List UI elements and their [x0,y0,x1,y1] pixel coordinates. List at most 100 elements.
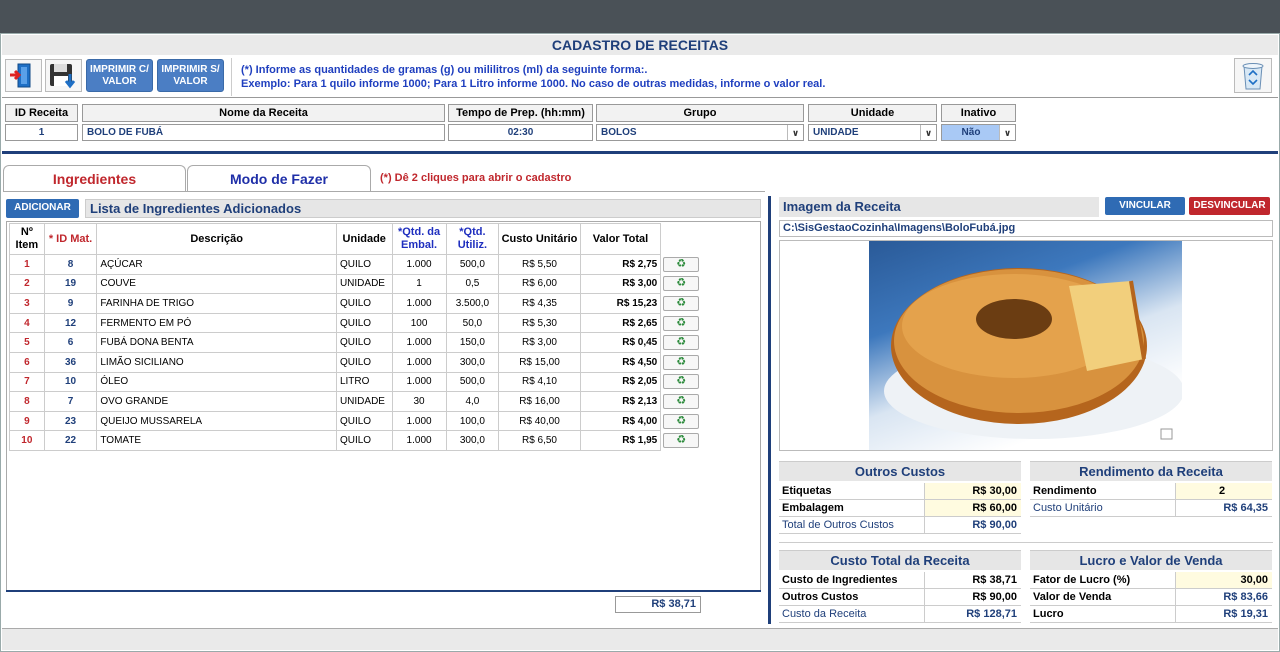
row-item-number: 6 [9,351,45,373]
yield-title: Rendimento da Receita [1030,461,1272,481]
table-row[interactable]: 5 6 FUBÁ DONA BENTA QUILO 1.000 150,0 R$ 3,00 R… [9,332,703,353]
table-row[interactable]: 3 9 FARINHA DE TRIGO QUILO 1.000 3.500,0 R$ 4,… [9,293,703,314]
id-field[interactable]: 1 [5,124,78,141]
link-image-button[interactable]: VINCULAR [1105,197,1185,215]
table-row[interactable]: 9 23 QUEIJO MUSSARELA QUILO 1.000 100,0 R$ 40,… [9,410,703,432]
chevron-down-icon[interactable]: ∨ [999,125,1015,140]
chevron-down-icon[interactable]: ∨ [787,125,803,140]
row-id-mat: 22 [43,430,98,451]
row-item-number: 1 [9,254,45,275]
window-titlebar [0,0,1280,33]
row-unit: UNIDADE [335,391,393,412]
trash-icon[interactable]: ♻ [663,433,700,449]
row-qty-pack: 30 [391,391,447,412]
recycle-button[interactable] [1234,58,1272,93]
image-path-field[interactable]: C:\SisGestaoCozinha\Imagens\BoloFubá.jpg [779,220,1273,237]
recipe-cost-label: Custo da Receita [782,608,867,620]
trash-icon[interactable]: ♻ [663,413,700,429]
unit-cost-row: Custo Unitário R$ 64,35 [1030,500,1272,517]
row-qty-used: 150,0 [445,332,500,353]
table-row[interactable]: 4 12 FERMENTO EM PÓ QUILO 100 50,0 R$ 5,30 R$ 2… [9,312,703,334]
row-description: OVO GRANDE [96,391,337,412]
row-unit: QUILO [335,410,393,432]
row-total: R$ 4,50 [579,351,662,373]
other-costs-total-row: Total de Outros Custos R$ 90,00 [779,517,1021,534]
table-row[interactable]: 10 22 TOMATE QUILO 1.000 300,0 R$ 6,50 R$ 1,95 ♻ [9,430,703,451]
table-row[interactable]: 8 7 OVO GRANDE UNIDADE 30 4,0 R$ 16,00 R$ 2,13 ♻ [9,391,703,412]
profit-row: Lucro R$ 19,31 [1030,606,1272,623]
name-label: Nome da Receita [82,104,445,122]
table-row[interactable]: 7 10 ÓLEO LITRO 1.000 500,0 R$ 4,10 R$ 2,05 ♻ [9,371,703,393]
row-id-mat: 10 [43,371,98,393]
section-divider [2,151,1278,154]
row-unit: QUILO [335,254,393,275]
row-unit: QUILO [335,293,393,314]
row-description: AÇÚCAR [96,254,337,275]
toolbar-separator [231,58,232,96]
recipe-cost-row: Custo da Receita R$ 128,71 [779,606,1021,623]
row-description: TOMATE [96,430,337,451]
row-unit: QUILO [335,312,393,334]
ingredients-total: R$ 38,71 [615,596,701,613]
page-title: CADASTRO DE RECEITAS [2,35,1278,55]
profit-factor-value[interactable]: 30,00 [1175,572,1272,588]
trash-icon[interactable]: ♻ [663,335,700,351]
trash-icon[interactable]: ♻ [663,276,700,292]
row-unit-cost: R$ 4,10 [498,371,581,393]
row-item-number: 10 [9,430,45,451]
trash-icon[interactable]: ♻ [663,393,700,409]
trash-icon[interactable]: ♻ [663,354,700,370]
row-delete-cell: ♻ [661,274,703,294]
inactive-select[interactable]: Não ∨ [941,124,1016,141]
table-row[interactable]: 2 19 COUVE UNIDADE 1 0,5 R$ 6,00 R$ 3,00 ♻ [9,273,703,295]
unit-select[interactable]: UNIDADE ∨ [808,124,937,141]
row-unit-cost: R$ 3,00 [498,332,581,353]
col-qty-used: *Qtd. Utiliz. [445,223,500,255]
tab-method[interactable]: Modo de Fazer [187,165,371,192]
yield-value[interactable]: 2 [1175,483,1272,499]
trash-icon[interactable]: ♻ [663,295,700,311]
trash-icon[interactable]: ♻ [663,256,700,272]
print-with-value-button[interactable]: IMPRIMIR C/ VALOR [86,59,153,92]
profit-title: Lucro e Valor de Venda [1030,550,1272,570]
row-description: FERMENTO EM PÓ [96,312,337,334]
table-row[interactable]: 6 36 LIMÃO SICILIANO QUILO 1.000 300,0 R$ 15,0… [9,351,703,373]
row-unit: QUILO [335,332,393,353]
save-button[interactable] [45,59,82,92]
others-cost-value: R$ 90,00 [924,589,1021,605]
ingredients-cost-label: Custo de Ingredientes [782,574,898,586]
image-panel-title: Imagem da Receita [779,197,1099,217]
other-costs-packaging-row: Embalagem R$ 60,00 [779,500,1021,517]
row-description: QUEIJO MUSSARELA [96,410,337,432]
trash-icon[interactable]: ♻ [663,374,700,390]
tab-ingredients[interactable]: Ingredientes [3,165,186,192]
unlink-image-button[interactable]: DESVINCULAR [1189,197,1270,215]
row-item-number: 7 [9,371,45,393]
row-qty-pack: 1.000 [391,351,447,373]
prep-time-field[interactable]: 02:30 [448,124,593,141]
exit-button[interactable] [5,59,42,92]
group-select-value: BOLOS [601,127,637,138]
row-delete-cell: ♻ [661,313,703,333]
group-select[interactable]: BOLOS ∨ [596,124,804,141]
labels-value[interactable]: R$ 30,00 [924,483,1021,499]
row-qty-used: 500,0 [445,371,500,393]
row-qty-used: 500,0 [445,254,500,275]
packaging-value[interactable]: R$ 60,00 [924,500,1021,516]
print-without-value-button[interactable]: IMPRIMIR S/ VALOR [157,59,224,92]
vertical-divider [768,196,771,624]
add-ingredient-button[interactable]: ADICIONAR [6,199,79,218]
row-unit: UNIDADE [335,273,393,295]
name-field[interactable]: BOLO DE FUBÁ [82,124,445,141]
chevron-down-icon[interactable]: ∨ [920,125,936,140]
table-row[interactable]: 1 8 AÇÚCAR QUILO 1.000 500,0 R$ 5,50 R$ 2,75 ♻ [9,254,703,275]
inactive-select-value: Não [942,125,1000,140]
row-item-number: 2 [9,273,45,295]
trash-icon[interactable]: ♻ [663,315,700,331]
row-total: R$ 15,23 [579,293,662,314]
row-unit-cost: R$ 15,00 [498,351,581,373]
ingredients-table: Nº Item * ID Mat. Descrição Unidade *Qtd… [9,223,703,451]
col-delete [660,223,703,255]
ingredients-rows: 1 8 AÇÚCAR QUILO 1.000 500,0 R$ 5,50 R$ 2,75 ♻ 2 1… [9,254,703,451]
row-qty-pack: 1.000 [391,430,447,451]
